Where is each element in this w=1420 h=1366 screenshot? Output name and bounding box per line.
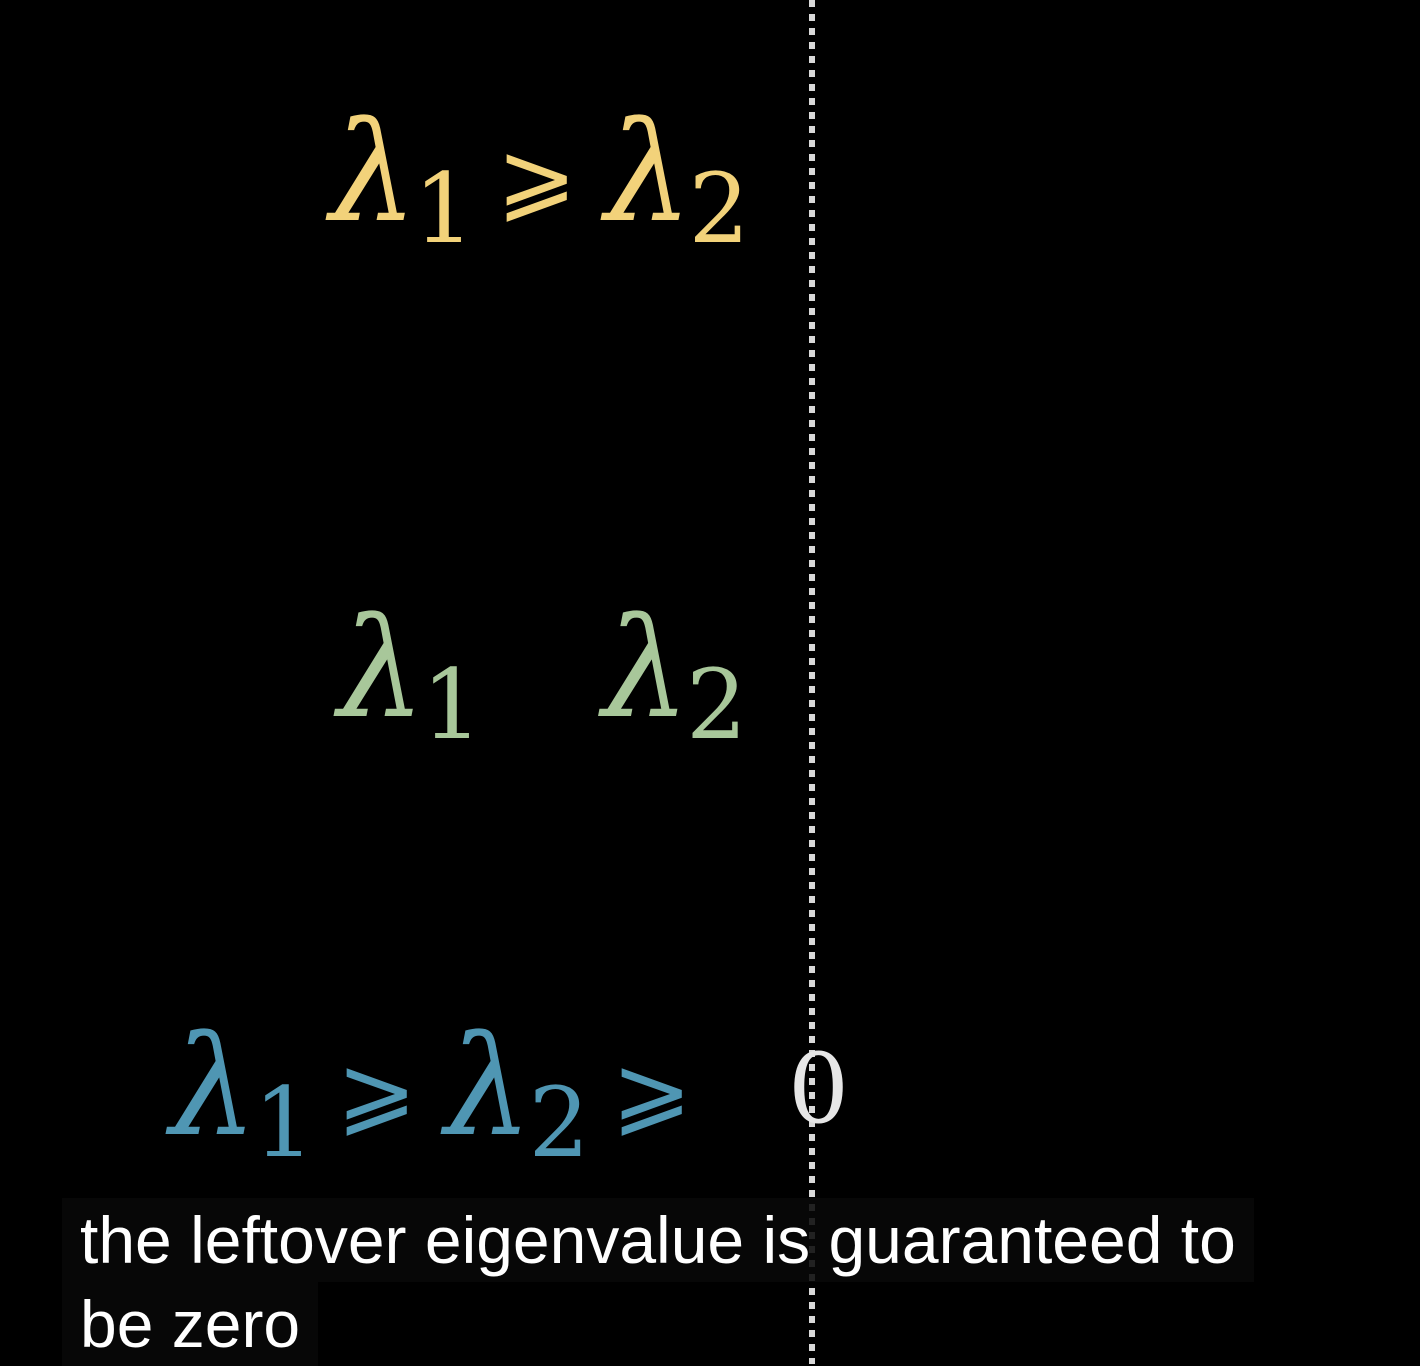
lambda-1-symbol: λ bbox=[330, 92, 418, 253]
inequality-row-2: λ 1 λ 2 bbox=[338, 588, 747, 754]
lambda-2-subscript: 2 bbox=[686, 649, 748, 761]
geq-symbol: ⩾ bbox=[336, 1035, 417, 1147]
caption-line-1: the leftover eigenvalue is guaranteed to bbox=[62, 1198, 1254, 1282]
inequality-row-3: λ 1 ⩾ λ 2 ⩾ 0 bbox=[170, 1006, 850, 1172]
zero-value: 0 bbox=[787, 1033, 850, 1145]
lambda-2-subscript: 2 bbox=[688, 153, 750, 265]
inequality-row-1: λ 1 ⩾ λ 2 bbox=[330, 92, 750, 258]
lambda-1-symbol: λ bbox=[170, 1006, 258, 1167]
lambda-1-subscript: 1 bbox=[413, 153, 475, 265]
lambda-1-subscript: 1 bbox=[253, 1067, 315, 1179]
geq-symbol: ⩾ bbox=[496, 121, 577, 233]
lambda-2-subscript: 2 bbox=[528, 1067, 590, 1179]
lambda-2-symbol: λ bbox=[604, 92, 693, 253]
lambda-2-symbol: λ bbox=[444, 1006, 533, 1167]
caption-line-2: be zero bbox=[62, 1282, 319, 1366]
lambda-1-symbol: λ bbox=[338, 588, 426, 749]
lambda-1-subscript: 1 bbox=[421, 649, 483, 761]
lambda-2-symbol: λ bbox=[602, 588, 691, 749]
geq-symbol: ⩾ bbox=[611, 1035, 692, 1147]
subtitle-caption: the leftover eigenvalue is guaranteed to… bbox=[62, 1198, 1254, 1366]
dotted-divider-line bbox=[809, 0, 815, 1364]
